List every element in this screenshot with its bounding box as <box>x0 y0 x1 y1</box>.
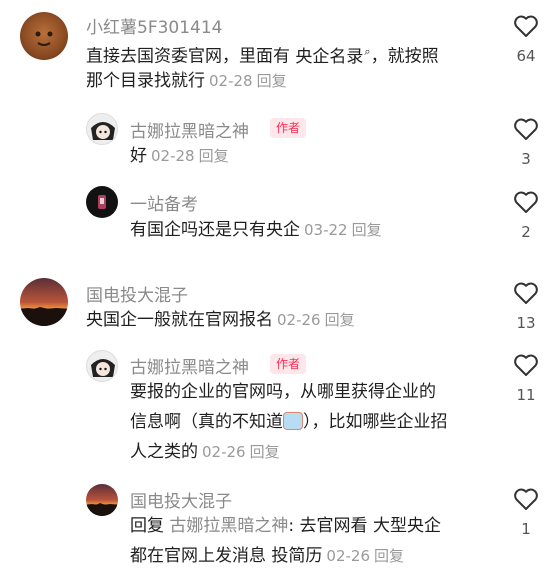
avatar[interactable] <box>86 484 118 516</box>
comment-date: 02-26 <box>277 311 321 329</box>
heart-outline-icon <box>514 488 538 510</box>
comment-text-line: 那个目录找就行 02-28 回复 <box>86 67 287 96</box>
like-button[interactable]: 11 <box>506 353 546 404</box>
reply-text: 有国企吗还是只有央企 03-22 回复 <box>130 216 382 245</box>
comment-text-part: ，就按照 <box>370 46 439 67</box>
anime-character-avatar-icon <box>91 122 115 140</box>
reply-text-part: 好 <box>130 146 147 166</box>
reply-button[interactable]: 回复 <box>250 443 280 461</box>
like-count: 2 <box>521 223 531 241</box>
heart-outline-icon <box>514 118 538 140</box>
reply-button[interactable]: 回复 <box>374 547 404 565</box>
heart-outline-icon <box>514 191 538 213</box>
like-count: 3 <box>521 150 531 168</box>
reply-text-line: 都在官网上发消息 投简历 02-26 回复 <box>130 542 404 571</box>
comment-username[interactable]: 国电投大混子 <box>86 281 188 306</box>
comment-text-part: 央国企一般就在官网报名 <box>86 310 273 330</box>
author-badge: 作者 <box>270 118 307 138</box>
reply-username[interactable]: 国电投大混子 <box>130 487 232 512</box>
like-count: 11 <box>516 386 536 404</box>
reply-button[interactable]: 回复 <box>257 72 287 90</box>
comment-username[interactable]: 小红薯5F301414 <box>86 13 223 38</box>
reply-date: 02-26 <box>202 443 246 461</box>
like-count: 64 <box>516 47 536 65</box>
reply-date: 02-26 <box>326 547 370 565</box>
cartoon-face-avatar-icon <box>35 31 53 46</box>
reply-button[interactable]: 回复 <box>352 221 382 239</box>
like-button[interactable]: 64 <box>506 14 546 65</box>
avatar[interactable] <box>86 186 118 218</box>
reply-text-part: 信息啊（真的不知道 <box>130 412 283 432</box>
sunset-landscape-avatar-icon <box>20 307 68 326</box>
avatar[interactable] <box>86 350 118 382</box>
reply-prefix: 回复 <box>130 516 164 536</box>
reply-text-part: 都在官网上发消息 投简历 <box>130 546 323 566</box>
reply-text-line: 人之类的 02-26 回复 <box>130 438 280 467</box>
reply-text-part: 有国企吗还是只有央企 <box>130 220 300 240</box>
reply-to-colon: : <box>288 516 300 536</box>
search-keyword-link[interactable]: 央企名录⌕ <box>295 45 370 67</box>
like-button[interactable]: 2 <box>506 190 546 241</box>
reply-text-part: 要报的企业的官网吗，从哪里获得企业的 <box>130 382 436 402</box>
reply-text: 好 02-28 回复 <box>130 142 229 171</box>
crying-emoji-icon <box>283 412 303 430</box>
reply-text-line: 回复 古娜拉黑暗之神: 去官网看 大型央企 <box>130 512 441 541</box>
search-keyword-text: 央企名录 <box>295 46 364 67</box>
like-button[interactable]: 3 <box>506 117 546 168</box>
comment-text-part: 直接去国资委官网，里面有 <box>86 46 296 67</box>
like-count: 1 <box>521 520 531 538</box>
heart-outline-icon <box>514 282 538 304</box>
reply-username[interactable]: 一站备考 <box>130 190 198 215</box>
reply-text-part: 人之类的 <box>130 442 198 462</box>
comment-text: 央国企一般就在官网报名 02-26 回复 <box>86 306 355 335</box>
avatar[interactable] <box>20 12 68 60</box>
reply-date: 03-22 <box>304 221 348 239</box>
reply-text-part: ），比如哪些企业招 <box>303 412 448 432</box>
reply-date: 02-28 <box>151 147 195 165</box>
heart-outline-icon <box>514 354 538 376</box>
reply-username[interactable]: 古娜拉黑暗之神 <box>130 353 249 378</box>
comment-date: 02-28 <box>209 72 253 90</box>
reply-button[interactable]: 回复 <box>199 147 229 165</box>
comment-text-part: 那个目录找就行 <box>86 71 205 91</box>
sunset-landscape-avatar-icon <box>86 503 118 516</box>
heart-outline-icon <box>514 15 538 37</box>
avatar[interactable] <box>86 113 118 145</box>
dark-photo-avatar-icon <box>98 195 106 209</box>
reply-to-username[interactable]: 古娜拉黑暗之神 <box>169 516 288 536</box>
reply-text-part: 去官网看 大型央企 <box>299 516 441 536</box>
reply-text-line: 要报的企业的官网吗，从哪里获得企业的 <box>130 378 436 407</box>
reply-button[interactable]: 回复 <box>325 311 355 329</box>
avatar[interactable] <box>20 278 68 326</box>
like-button[interactable]: 13 <box>506 281 546 332</box>
like-button[interactable]: 1 <box>506 487 546 538</box>
reply-text-line: 信息啊（真的不知道 ），比如哪些企业招 <box>130 408 448 437</box>
reply-username[interactable]: 古娜拉黑暗之神 <box>130 117 249 142</box>
author-badge: 作者 <box>270 354 307 374</box>
anime-character-avatar-icon <box>91 359 115 377</box>
like-count: 13 <box>516 314 536 332</box>
